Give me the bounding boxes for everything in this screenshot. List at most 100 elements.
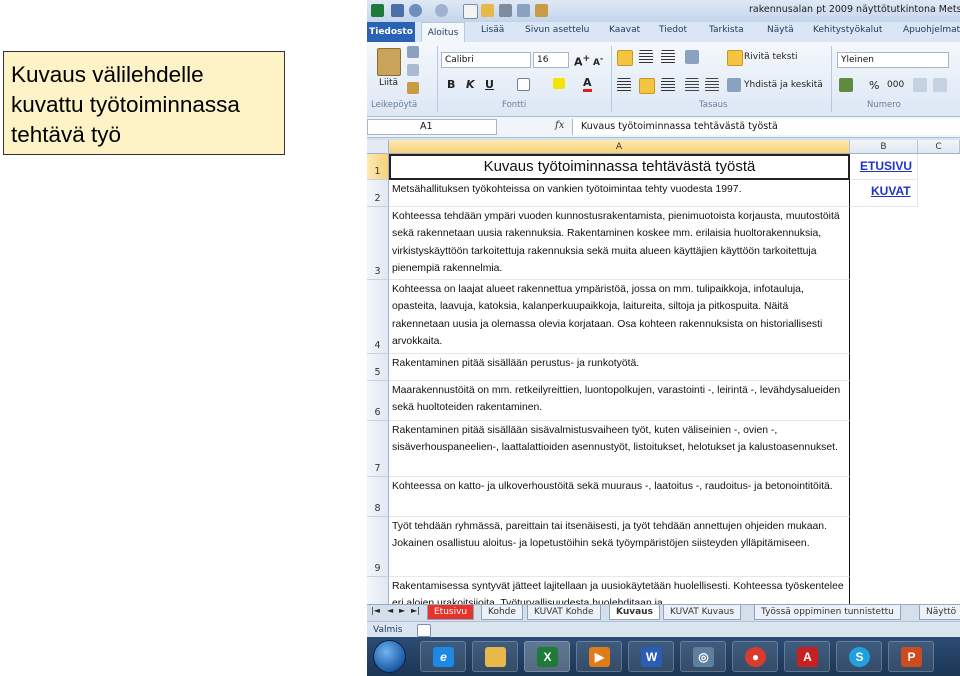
fill-color-icon[interactable] [553, 78, 565, 89]
tab-kaavat[interactable]: Kaavat [609, 25, 640, 35]
borders-icon[interactable] [517, 78, 530, 91]
wrap-text-button[interactable]: Rivitä teksti [744, 52, 797, 62]
orientation-icon[interactable] [685, 50, 699, 64]
font-name-select[interactable]: Calibri [441, 52, 531, 68]
sheet-nav-next-icon[interactable]: ► [399, 606, 405, 615]
row-header[interactable]: 8 [367, 477, 389, 517]
font-size-select[interactable]: 16 [533, 52, 569, 68]
cut-icon[interactable] [407, 46, 419, 58]
row-header[interactable]: 6 [367, 381, 389, 421]
align-middle-icon[interactable] [639, 50, 653, 64]
table-cell[interactable]: Rakentaminen pitää sisällään perustus- j… [389, 354, 850, 381]
sheet-nav-first-icon[interactable]: |◄ [371, 606, 380, 615]
excel-icon[interactable]: X [524, 641, 570, 672]
number-format-select[interactable]: Yleinen [837, 52, 949, 68]
row-header[interactable]: 4 [367, 280, 389, 354]
tab-sivun-asettelu[interactable]: Sivun asettelu [525, 25, 589, 35]
tab-tarkista[interactable]: Tarkista [709, 25, 744, 35]
etusivu-link[interactable]: ETUSIVU [850, 154, 918, 180]
align-center-icon[interactable] [639, 78, 655, 94]
currency-icon[interactable] [839, 78, 853, 92]
insert-function-icon[interactable]: fx [555, 120, 564, 131]
tab-tiedosto[interactable]: Tiedosto [367, 22, 415, 42]
row-header[interactable]: 1 [367, 154, 389, 180]
sheet-tab-tyossa-oppiminen[interactable]: Työssä oppiminen tunnistettu [754, 605, 901, 620]
open-folder-icon[interactable] [481, 4, 494, 17]
copy-icon[interactable] [407, 64, 419, 76]
align-bottom-icon[interactable] [661, 50, 675, 64]
table-cell[interactable]: Kohteessa on katto- ja ulkoverhoustöitä … [389, 477, 850, 517]
tab-apuohjelmat[interactable]: Apuohjelmat [903, 25, 960, 35]
internet-explorer-icon[interactable]: e [420, 641, 466, 672]
row-header[interactable] [367, 577, 389, 604]
grow-font-icon[interactable]: A+ [574, 53, 590, 69]
powerpoint-icon[interactable]: P [888, 641, 934, 672]
percent-button[interactable]: % [869, 79, 879, 92]
decrease-indent-icon[interactable] [685, 78, 699, 92]
tab-aloitus[interactable]: Aloitus [421, 22, 465, 42]
table-cell[interactable]: Rakentamisessa syntyvät jätteet lajitell… [389, 577, 850, 604]
align-left-icon[interactable] [617, 78, 631, 92]
macro-record-icon[interactable] [417, 624, 431, 637]
row-header[interactable]: 9 [367, 517, 389, 577]
cell-a1-title[interactable]: Kuvaus työtoiminnassa tehtävästä työstä [389, 154, 850, 180]
sheet-tab-etusivu[interactable]: Etusivu [427, 605, 475, 620]
name-box[interactable]: A1 [367, 119, 497, 135]
formula-input[interactable]: Kuvaus työtoiminnassa tehtävästä työstä [572, 119, 960, 135]
table-cell[interactable]: Metsähallituksen työkohteissa on vankien… [389, 180, 850, 207]
skype-icon[interactable]: S [836, 641, 882, 672]
increase-indent-icon[interactable] [705, 78, 719, 92]
word-icon[interactable]: W [628, 641, 674, 672]
tab-tiedot[interactable]: Tiedot [659, 25, 687, 35]
table-cell[interactable]: Rakentaminen pitää sisällään sisävalmist… [389, 421, 850, 477]
undo-icon[interactable] [409, 4, 422, 17]
chrome-icon[interactable]: ● [732, 641, 778, 672]
column-header-c[interactable]: C [918, 140, 960, 154]
tab-kehitystyokalut[interactable]: Kehitystyökalut [813, 25, 882, 35]
print-preview-icon[interactable] [517, 4, 530, 17]
table-cell[interactable]: Työt tehdään ryhmässä, pareittain tai it… [389, 517, 850, 577]
decrease-decimal-icon[interactable] [933, 78, 947, 92]
format-painter-brush-icon[interactable] [407, 82, 419, 94]
row-header[interactable]: 3 [367, 207, 389, 280]
paste-button[interactable]: Liitä [379, 78, 398, 88]
column-header-a[interactable]: A [389, 140, 850, 154]
paste-icon[interactable] [377, 48, 401, 76]
print-icon[interactable] [499, 4, 512, 17]
select-all-corner[interactable] [367, 140, 389, 154]
sheet-tab-kohde[interactable]: Kohde [481, 605, 523, 620]
bold-button[interactable]: B [447, 78, 455, 91]
table-cell[interactable]: Kohteessa on laajat alueet rakennettua y… [389, 280, 850, 354]
save-icon[interactable] [391, 4, 404, 17]
underline-button[interactable]: U [485, 78, 494, 91]
kuvat-link[interactable]: KUVAT [850, 180, 918, 207]
sheet-tab-naytto[interactable]: Näyttö [919, 605, 960, 620]
sheet-nav-last-icon[interactable]: ►| [411, 606, 420, 615]
table-cell[interactable]: Kohteessa tehdään ympäri vuoden kunnostu… [389, 207, 850, 280]
sheet-tab-kuvat-kohde[interactable]: KUVAT Kohde [527, 605, 601, 620]
new-file-icon[interactable] [463, 4, 478, 19]
merge-center-button[interactable]: Yhdistä ja keskitä [744, 80, 823, 90]
increase-decimal-icon[interactable] [913, 78, 927, 92]
sheet-tab-kuvat-kuvaus[interactable]: KUVAT Kuvaus [663, 605, 742, 620]
sheet-tab-kuvaus[interactable]: Kuvaus [609, 605, 660, 620]
align-top-icon[interactable] [617, 50, 633, 66]
row-header[interactable]: 7 [367, 421, 389, 477]
format-painter-icon[interactable] [535, 4, 548, 17]
font-color-icon[interactable]: A [583, 76, 592, 92]
table-cell[interactable]: Maarakennustöitä on mm. retkeilyreittien… [389, 381, 850, 421]
thousands-button[interactable]: 000 [887, 80, 904, 90]
column-header-b[interactable]: B [850, 140, 918, 154]
sheet-nav-prev-icon[interactable]: ◄ [387, 606, 393, 615]
tab-lisaa[interactable]: Lisää [481, 25, 504, 35]
redo-icon[interactable] [435, 4, 448, 17]
acrobat-icon[interactable]: A [784, 641, 830, 672]
merge-center-icon[interactable] [727, 78, 741, 92]
row-header[interactable]: 2 [367, 180, 389, 207]
remote-desktop-icon[interactable]: ◎ [680, 641, 726, 672]
file-explorer-icon[interactable] [472, 641, 518, 672]
row-header[interactable]: 5 [367, 354, 389, 381]
media-player-icon[interactable]: ▶ [576, 641, 622, 672]
italic-button[interactable]: K [466, 78, 475, 91]
wrap-text-icon[interactable] [727, 50, 743, 66]
